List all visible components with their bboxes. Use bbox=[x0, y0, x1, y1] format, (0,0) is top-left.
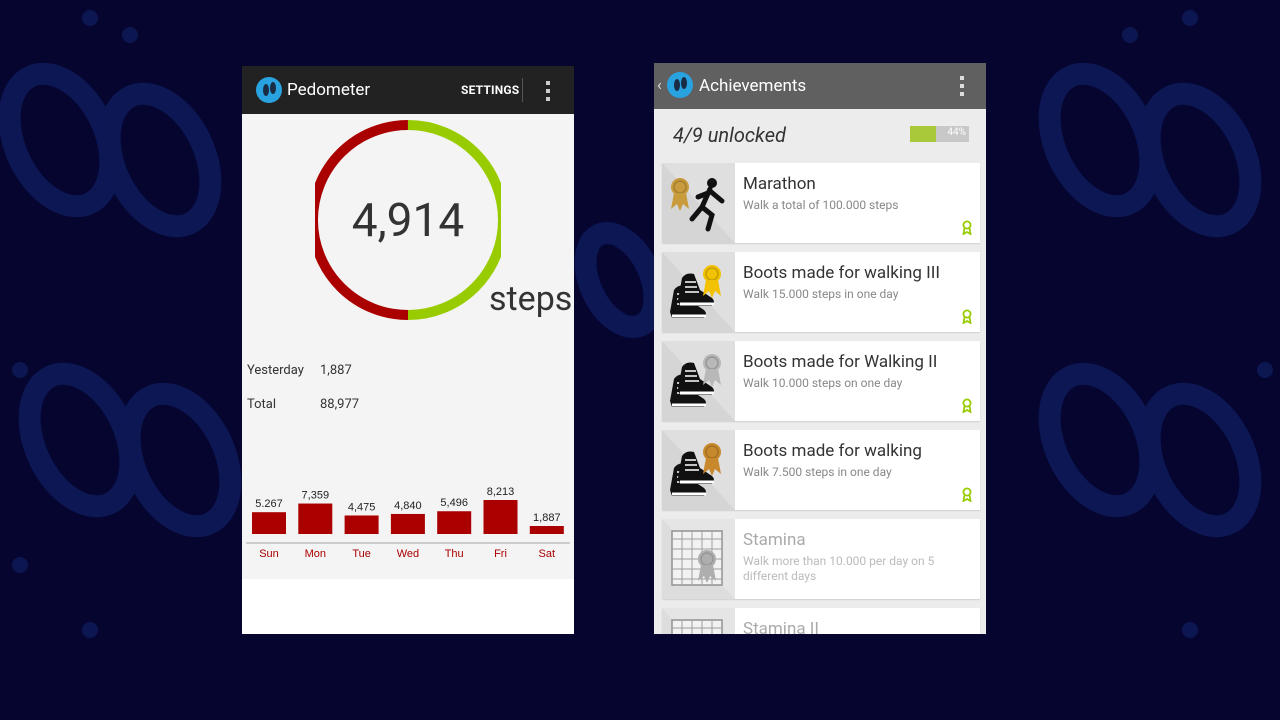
overflow-menu-icon[interactable] bbox=[544, 80, 552, 102]
action-bar: ‹ Achievements bbox=[654, 63, 986, 109]
day-label: Thu bbox=[445, 548, 464, 560]
achievement-title: Boots made for walking bbox=[743, 441, 922, 461]
overflow-menu-icon[interactable] bbox=[958, 75, 966, 97]
achievement-description: Walk a total of 100.000 steps bbox=[743, 198, 899, 212]
chart-bar-mon bbox=[298, 503, 333, 534]
bar-value-label: 5,496 bbox=[440, 497, 468, 509]
bar-value-label: 4,475 bbox=[348, 501, 376, 513]
bar-value-label: 1,887 bbox=[533, 512, 561, 524]
chart-bar-tue bbox=[344, 515, 379, 534]
calendar-icon bbox=[662, 519, 735, 599]
runner-icon bbox=[662, 163, 735, 243]
achievement-description: Walk 15.000 steps in one day bbox=[743, 287, 899, 301]
day-label: Sat bbox=[539, 548, 556, 560]
achievement-card[interactable]: Boots made for Walking II Walk 10.000 st… bbox=[662, 341, 980, 421]
achievement-card[interactable]: Stamina II bbox=[662, 608, 980, 634]
pedometer-screen: Pedometer SETTINGS 4,914 steps Yesterday… bbox=[242, 66, 574, 634]
chart-bar-sat bbox=[529, 526, 564, 534]
divider bbox=[522, 78, 523, 102]
bar-value-label: 7,359 bbox=[302, 490, 330, 502]
ribbon-badge-icon bbox=[962, 220, 972, 235]
bar-value-label: 5.267 bbox=[255, 498, 283, 510]
achievement-description: Walk 7.500 steps in one day bbox=[743, 465, 892, 479]
bar-value-label: 4,840 bbox=[394, 500, 422, 512]
achievement-title: Marathon bbox=[743, 174, 816, 194]
sneakers-icon bbox=[662, 252, 735, 332]
chart-bar-fri bbox=[483, 500, 518, 534]
sneakers-icon bbox=[662, 341, 735, 421]
achievements-screen: ‹ Achievements 4/9 unlocked 44% Marathon… bbox=[654, 63, 986, 634]
background-pattern bbox=[0, 10, 1273, 638]
achievement-card[interactable]: Stamina Walk more than 10.000 per day on… bbox=[662, 519, 980, 599]
day-label: Tue bbox=[352, 548, 371, 560]
bottom-area bbox=[242, 579, 574, 634]
chart-bar-thu bbox=[437, 511, 472, 534]
achievement-title: Boots made for Walking II bbox=[743, 352, 938, 372]
total-value: 88,977 bbox=[320, 397, 360, 412]
unlocked-count: 4/9 unlocked bbox=[673, 123, 786, 147]
chart-bar-sun bbox=[252, 512, 286, 534]
steps-unit: steps bbox=[489, 279, 573, 319]
achievement-title: Stamina II bbox=[743, 619, 820, 634]
back-chevron-icon[interactable]: ‹ bbox=[657, 75, 662, 94]
screen-title: Achievements bbox=[699, 76, 807, 96]
app-logo-icon[interactable] bbox=[256, 77, 282, 103]
yesterday-value: 1,887 bbox=[320, 363, 352, 378]
achievement-card[interactable]: Boots made for walking III Walk 15.000 s… bbox=[662, 252, 980, 332]
achievement-card[interactable]: Marathon Walk a total of 100.000 steps bbox=[662, 163, 980, 243]
calendar-icon bbox=[662, 608, 735, 634]
sneakers-icon bbox=[662, 430, 735, 510]
day-label: Sun bbox=[259, 548, 279, 560]
ribbon-badge-icon bbox=[962, 487, 972, 502]
achievement-title: Stamina bbox=[743, 530, 806, 550]
bar-value-label: 8,213 bbox=[487, 486, 515, 498]
day-label: Fri bbox=[494, 548, 507, 560]
achievement-description: Walk more than 10.000 per day on 5 diffe… bbox=[743, 554, 935, 583]
yesterday-label: Yesterday bbox=[247, 363, 304, 378]
chart-bar-wed bbox=[390, 513, 425, 534]
achievement-description: Walk 10.000 steps on one day bbox=[743, 376, 903, 390]
app-logo-icon[interactable] bbox=[667, 72, 693, 98]
app-title: Pedometer bbox=[287, 80, 371, 100]
progress-percent: 44% bbox=[947, 127, 966, 138]
settings-button[interactable]: SETTINGS bbox=[461, 83, 519, 97]
achievement-card[interactable]: Boots made for walking Walk 7.500 steps … bbox=[662, 430, 980, 510]
progress-fill bbox=[910, 126, 936, 142]
achievements-progress-bar: 44% bbox=[910, 126, 969, 142]
ribbon-badge-icon bbox=[962, 309, 972, 324]
steps-count: 4,914 bbox=[351, 194, 465, 248]
day-label: Mon bbox=[305, 548, 326, 560]
total-label: Total bbox=[247, 397, 277, 412]
achievement-title: Boots made for walking III bbox=[743, 263, 941, 283]
ribbon-badge-icon bbox=[962, 398, 972, 413]
weekly-steps-chart: 5.267 Sun 7,359 Mon 4,475 Tue 4,840 Wed 5,496 Thu… bbox=[246, 486, 570, 560]
action-bar: Pedometer SETTINGS bbox=[242, 66, 574, 114]
day-label: Wed bbox=[397, 548, 419, 560]
